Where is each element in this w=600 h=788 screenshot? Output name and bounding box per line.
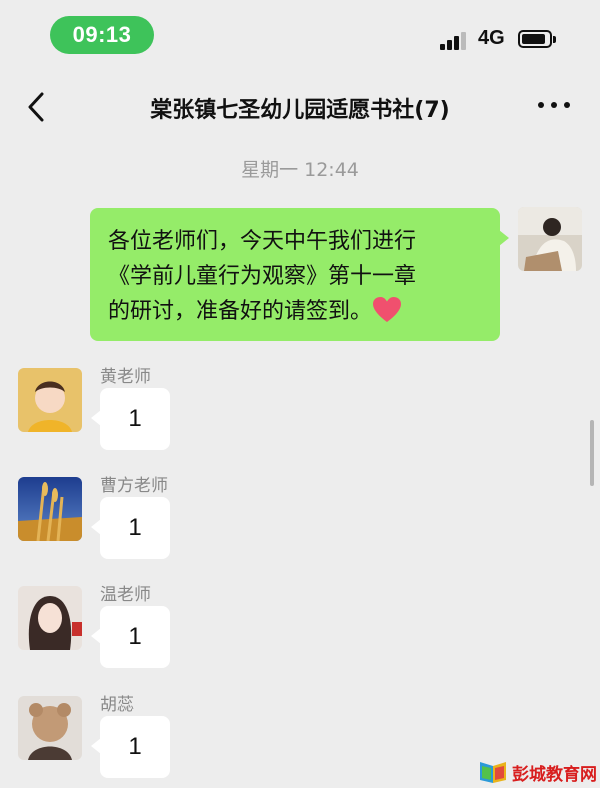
chat-title: 棠张镇七圣幼儿园适愿书社(7) [150, 98, 450, 123]
self-avatar[interactable] [518, 207, 582, 271]
message-bubble[interactable]: 1 [91, 388, 170, 450]
watermark-text: 彭城教育网 [512, 764, 597, 785]
avatar[interactable] [18, 586, 82, 650]
member-name: 黄老师 [100, 367, 151, 387]
member-name: 温老师 [100, 585, 151, 605]
message-bubble[interactable]: 1 [91, 606, 170, 668]
back-icon[interactable] [22, 90, 52, 124]
watermark: 彭城教育网 [478, 758, 597, 786]
more-icon[interactable] [538, 102, 572, 112]
message-line: 的研讨，准备好的请签到。 [108, 299, 373, 324]
scrollbar[interactable] [590, 420, 594, 486]
message-line: 各位老师们，今天中午我们进行 [108, 229, 417, 254]
signal-icon [440, 30, 470, 50]
message-line-last: 的研讨，准备好的请签到。 [108, 294, 482, 329]
member-message: 温老师 1 [0, 585, 600, 686]
chat-header: 棠张镇七圣幼儿园适愿书社(7) [0, 72, 600, 142]
self-message-bubble[interactable]: 各位老师们，今天中午我们进行 《学前儿童行为观察》第十一章 的研讨，准备好的请签… [90, 208, 509, 341]
network-type: 4G [478, 27, 505, 49]
status-bar: 09:13 4G [0, 0, 600, 70]
avatar[interactable] [18, 368, 82, 432]
member-message: 黄老师 1 [0, 367, 600, 468]
heart-emoji [372, 296, 402, 324]
battery-icon [518, 30, 556, 48]
book-logo-icon [480, 762, 506, 783]
avatar[interactable] [18, 477, 82, 541]
status-time: 09:13 [50, 16, 154, 54]
message-line: 《学前儿童行为观察》第十一章 [108, 264, 417, 289]
member-name: 胡蕊 [100, 695, 134, 715]
member-name: 曹方老师 [100, 476, 168, 496]
message-timestamp: 星期一 12:44 [241, 159, 359, 181]
message-bubble[interactable]: 1 [91, 497, 170, 559]
avatar[interactable] [18, 696, 82, 760]
message-bubble[interactable]: 1 [91, 716, 170, 778]
member-message: 曹方老师 1 [0, 476, 600, 577]
